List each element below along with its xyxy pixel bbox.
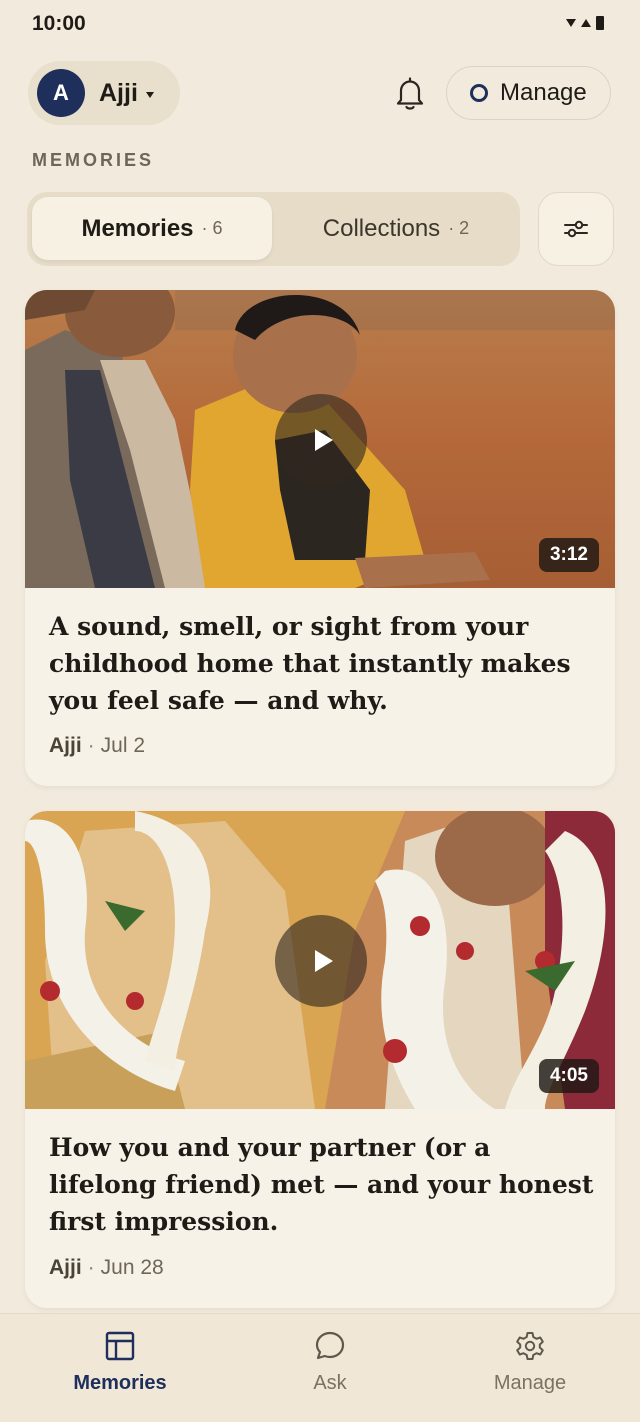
wifi-icon [566, 19, 576, 27]
battery-icon [596, 16, 604, 30]
status-bar: 10:00 [0, 0, 640, 48]
bell-icon[interactable] [392, 74, 428, 114]
memory-card[interactable]: 4:05 How you and your partner (or a life… [25, 811, 615, 1308]
manage-button-label: Manage [500, 79, 587, 106]
signal-icon [581, 19, 591, 27]
memory-author: Ajji [49, 1256, 82, 1279]
memory-meta: Ajji · Jun 28 [49, 1256, 164, 1280]
sliders-icon [564, 220, 588, 238]
nav-memories-label: Memories [73, 1372, 167, 1394]
tab-collections-label: Collections [322, 214, 441, 242]
status-icons [566, 16, 604, 30]
profile-name: Ajji [99, 78, 138, 107]
play-button[interactable] [275, 394, 367, 486]
memory-title: A sound, smell, or sight from your child… [49, 612, 571, 715]
avatar: A [37, 69, 85, 117]
tab-memories[interactable]: Memories · 6 [32, 197, 272, 260]
memory-date: Jun 28 [100, 1256, 164, 1279]
memory-card[interactable]: 3:12 A sound, smell, or sight from your … [25, 290, 615, 786]
memory-date: Jul 2 [100, 734, 146, 757]
duration-badge: 3:12 [538, 538, 599, 572]
gear-icon [516, 1332, 544, 1360]
status-ring-icon [470, 84, 488, 102]
duration-badge: 4:05 [538, 1059, 599, 1093]
meta-separator: · [87, 1256, 95, 1279]
filter-button[interactable] [538, 192, 614, 266]
section-label: MEMORIES [32, 150, 155, 170]
bottom-nav: Memories Ask Manage [0, 1313, 640, 1422]
memory-meta: Ajji · Jul 2 [49, 734, 145, 758]
nav-ask[interactable]: Ask [230, 1328, 430, 1408]
tab-collections-count: · 2 [448, 218, 470, 238]
meta-separator: · [87, 734, 95, 757]
manage-button[interactable]: Manage [446, 66, 611, 120]
nav-memories[interactable]: Memories [20, 1328, 220, 1408]
play-button[interactable] [275, 915, 367, 1007]
video-thumbnail[interactable]: 4:05 [25, 811, 615, 1109]
status-time: 10:00 [32, 12, 86, 35]
play-icon [314, 429, 333, 451]
video-thumbnail[interactable]: 3:12 [25, 290, 615, 588]
tab-collections[interactable]: Collections · 2 [277, 197, 515, 260]
play-icon [314, 950, 333, 972]
profile-switcher[interactable]: A Ajji [28, 61, 180, 125]
memory-author: Ajji [49, 734, 82, 757]
memories-collections-toggle: Memories · 6 Collections · 2 [27, 192, 520, 266]
tab-memories-count: · 6 [201, 218, 223, 238]
layout-icon [105, 1331, 135, 1361]
memory-title: How you and your partner (or a lifelong … [49, 1133, 594, 1236]
chat-bubble-icon [315, 1331, 345, 1360]
nav-manage-label: Manage [493, 1372, 567, 1394]
tab-memories-label: Memories [81, 214, 194, 242]
nav-ask-label: Ask [313, 1372, 347, 1394]
caret-down-icon [145, 92, 154, 98]
nav-manage[interactable]: Manage [430, 1328, 630, 1408]
